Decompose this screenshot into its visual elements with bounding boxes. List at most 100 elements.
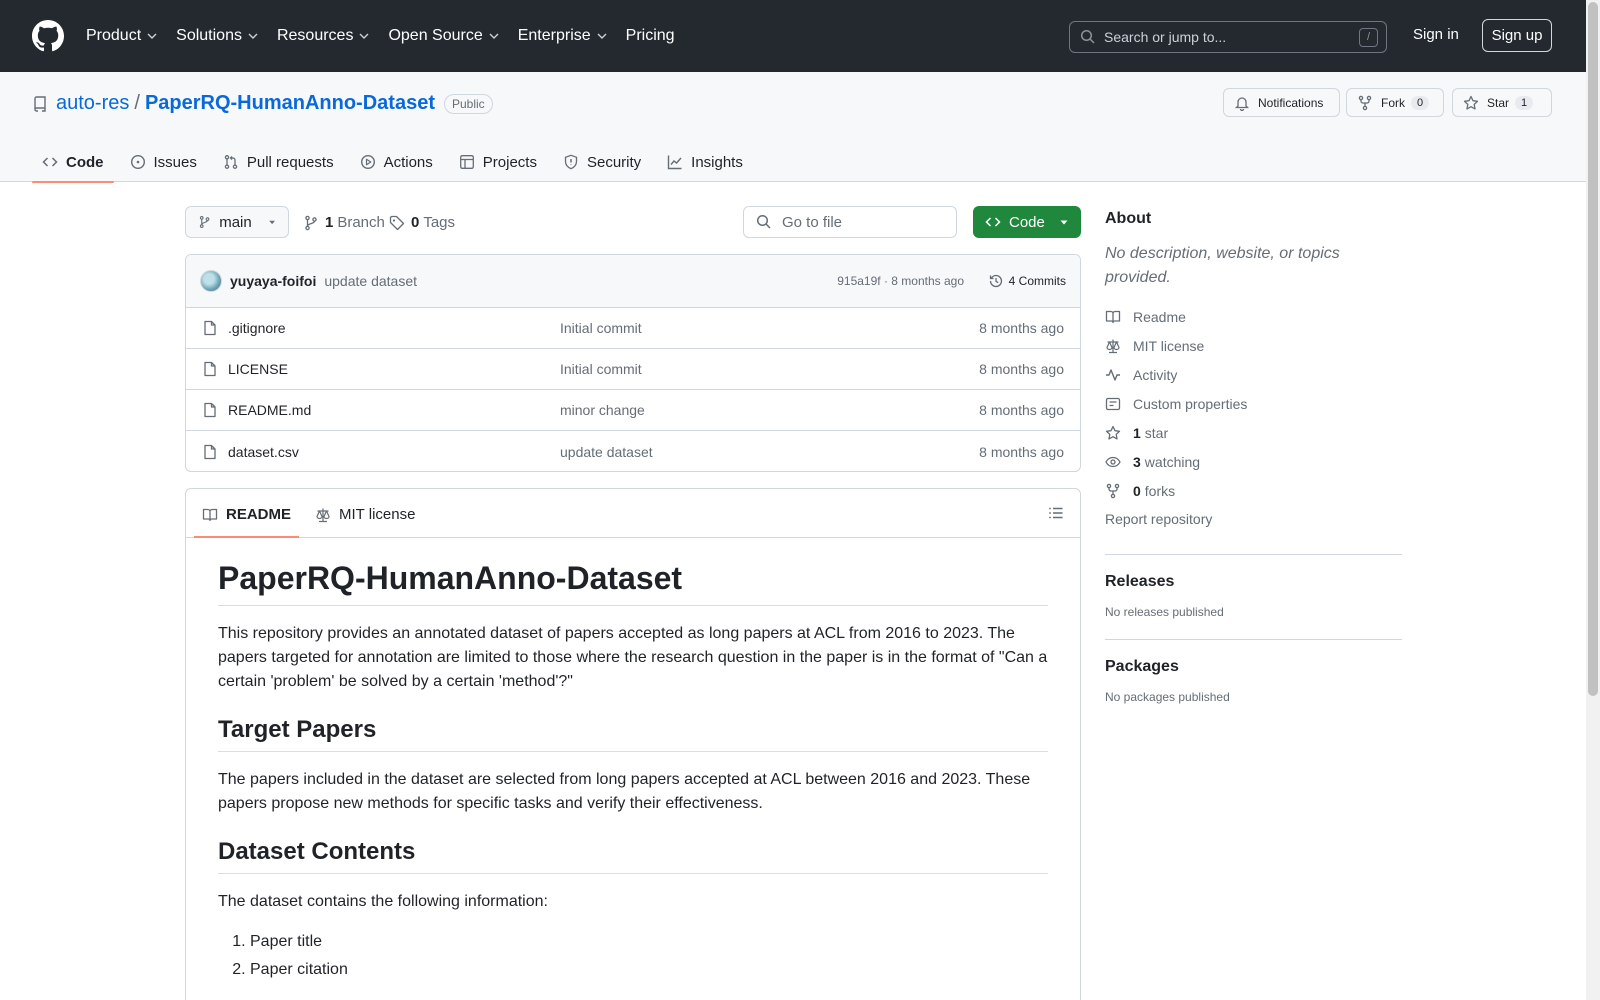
- sign-up-button[interactable]: Sign up: [1482, 19, 1552, 52]
- page-scrollbar[interactable]: [1586, 0, 1600, 1000]
- chevron-down-icon: [359, 33, 369, 39]
- star-button[interactable]: Star 1: [1452, 88, 1552, 117]
- chevron-down-icon: [597, 33, 607, 39]
- about-description: No description, website, or topics provi…: [1105, 245, 1340, 286]
- repo-owner-link[interactable]: auto-res: [56, 92, 129, 115]
- shield-icon: [564, 154, 578, 170]
- eye-icon: [1105, 456, 1121, 467]
- sidebar-item-custom-properties[interactable]: Custom properties: [1105, 389, 1402, 418]
- book-icon: [1105, 310, 1121, 323]
- top-nav: Product Solutions Resources Open Source …: [86, 27, 693, 45]
- file-commit-link[interactable]: minor change: [560, 402, 645, 418]
- file-commit-link[interactable]: Initial commit: [560, 320, 642, 336]
- file-row[interactable]: dataset.csv update dataset 8 months ago: [186, 431, 1080, 471]
- caret-down-icon: [268, 220, 275, 225]
- book-icon: [202, 508, 218, 521]
- scrollbar-thumb[interactable]: [1588, 2, 1598, 696]
- file-icon: [204, 320, 216, 336]
- sidebar-item-forks[interactable]: 0 forks: [1105, 476, 1402, 505]
- visibility-badge: Public: [443, 93, 493, 114]
- nav-solutions[interactable]: Solutions: [176, 27, 259, 45]
- readme-heading-target: Target Papers: [218, 716, 1048, 752]
- law-icon: [316, 508, 330, 522]
- file-name-link[interactable]: LICENSE: [228, 361, 288, 377]
- tab-readme[interactable]: README: [194, 506, 300, 538]
- nav-resources[interactable]: Resources: [277, 27, 370, 45]
- sidebar-item-stars[interactable]: 1 star: [1105, 418, 1402, 447]
- list-item: Paper citation: [250, 956, 1048, 984]
- file-time: 8 months ago: [979, 361, 1064, 377]
- tab-issues[interactable]: Issues: [120, 142, 207, 182]
- file-commit-link[interactable]: update dataset: [560, 444, 653, 460]
- latest-commit-row: yuyaya-foifoi update dataset 915a19f · 8…: [186, 255, 1080, 308]
- tab-insights[interactable]: Insights: [657, 142, 753, 182]
- about-heading: About: [1105, 210, 1152, 227]
- graph-icon: [667, 155, 682, 170]
- code-icon: [985, 217, 1001, 227]
- file-time: 8 months ago: [979, 443, 1064, 460]
- releases-heading[interactable]: Releases: [1105, 573, 1402, 591]
- law-icon: [1106, 339, 1120, 353]
- readme-target-text: The papers included in the dataset are s…: [218, 771, 1031, 812]
- file-name-link[interactable]: dataset.csv: [228, 444, 299, 460]
- sidebar-divider: [1105, 639, 1402, 640]
- github-logo-icon[interactable]: [32, 20, 64, 52]
- repo-name-link[interactable]: PaperRQ-HumanAnno-Dataset: [145, 92, 435, 115]
- global-header: Product Solutions Resources Open Source …: [0, 0, 1586, 72]
- nav-product[interactable]: Product: [86, 27, 158, 45]
- avatar[interactable]: [200, 270, 222, 292]
- fork-icon: [1106, 483, 1120, 498]
- tab-license[interactable]: MIT license: [307, 506, 423, 537]
- sidebar-item-readme[interactable]: Readme: [1105, 302, 1402, 331]
- search-input[interactable]: Search or jump to... /: [1069, 21, 1387, 53]
- readme-heading-contents: Dataset Contents: [218, 838, 1048, 874]
- packages-heading[interactable]: Packages: [1105, 658, 1402, 676]
- tab-security[interactable]: Security: [553, 142, 651, 182]
- fork-button[interactable]: Fork 0: [1346, 88, 1444, 117]
- nav-pricing[interactable]: Pricing: [626, 27, 675, 45]
- readme-contents-list: Paper title Paper citation: [218, 928, 1048, 984]
- file-row[interactable]: .gitignore Initial commit 8 months ago: [186, 308, 1080, 349]
- tab-pull-requests[interactable]: Pull requests: [213, 142, 344, 182]
- list-item: Paper title: [250, 928, 1048, 956]
- file-name-link[interactable]: README.md: [228, 402, 311, 418]
- nav-enterprise[interactable]: Enterprise: [518, 27, 608, 45]
- commits-link[interactable]: 4 Commits: [988, 273, 1066, 289]
- sidebar-item-activity[interactable]: Activity: [1105, 360, 1402, 389]
- file-icon: [204, 361, 216, 377]
- tag-count-link[interactable]: 0 Tags: [389, 214, 455, 231]
- branch-select-button[interactable]: main: [185, 206, 289, 238]
- sidebar-item-license[interactable]: MIT license: [1105, 331, 1402, 360]
- file-row[interactable]: README.md minor change 8 months ago: [186, 390, 1080, 431]
- tab-actions[interactable]: Actions: [350, 142, 443, 182]
- notifications-button[interactable]: Notifications: [1223, 88, 1340, 117]
- outline-list-icon[interactable]: [1048, 505, 1064, 521]
- star-icon: [1105, 425, 1121, 440]
- commit-hash-time[interactable]: 915a19f · 8 months ago: [837, 274, 964, 288]
- file-name-link[interactable]: .gitignore: [228, 320, 286, 336]
- repo-tabs: Code Issues Pull requests Actions Projec…: [32, 142, 759, 183]
- report-repository-link[interactable]: Report repository: [1105, 505, 1402, 534]
- commit-author-link[interactable]: yuyaya-foifoi: [230, 273, 316, 289]
- branch-count-link[interactable]: 1 Branch: [303, 214, 385, 231]
- code-dropdown-button[interactable]: Code: [973, 206, 1081, 238]
- commit-message-link[interactable]: update dataset: [324, 273, 417, 289]
- pulse-icon: [1106, 368, 1120, 381]
- tab-code[interactable]: Code: [32, 142, 114, 183]
- caret-down-icon: [1060, 220, 1068, 225]
- file-row[interactable]: LICENSE Initial commit 8 months ago: [186, 349, 1080, 390]
- readme-tabs: README MIT license: [186, 489, 1080, 538]
- about-sidebar: About No description, website, or topics…: [1105, 210, 1402, 704]
- repo-icon: [34, 95, 46, 112]
- sign-in-link[interactable]: Sign in: [1413, 26, 1459, 43]
- file-browser: yuyaya-foifoi update dataset 915a19f · 8…: [185, 254, 1081, 472]
- table-icon: [459, 155, 474, 169]
- git-branch-icon: [305, 215, 317, 230]
- search-icon: [756, 214, 771, 229]
- sidebar-item-watching[interactable]: 3 watching: [1105, 447, 1402, 476]
- nav-open-source[interactable]: Open Source: [388, 27, 499, 45]
- go-to-file-input[interactable]: Go to file: [743, 206, 957, 238]
- releases-empty-text: No releases published: [1105, 605, 1224, 619]
- file-commit-link[interactable]: Initial commit: [560, 361, 642, 377]
- tab-projects[interactable]: Projects: [449, 142, 547, 182]
